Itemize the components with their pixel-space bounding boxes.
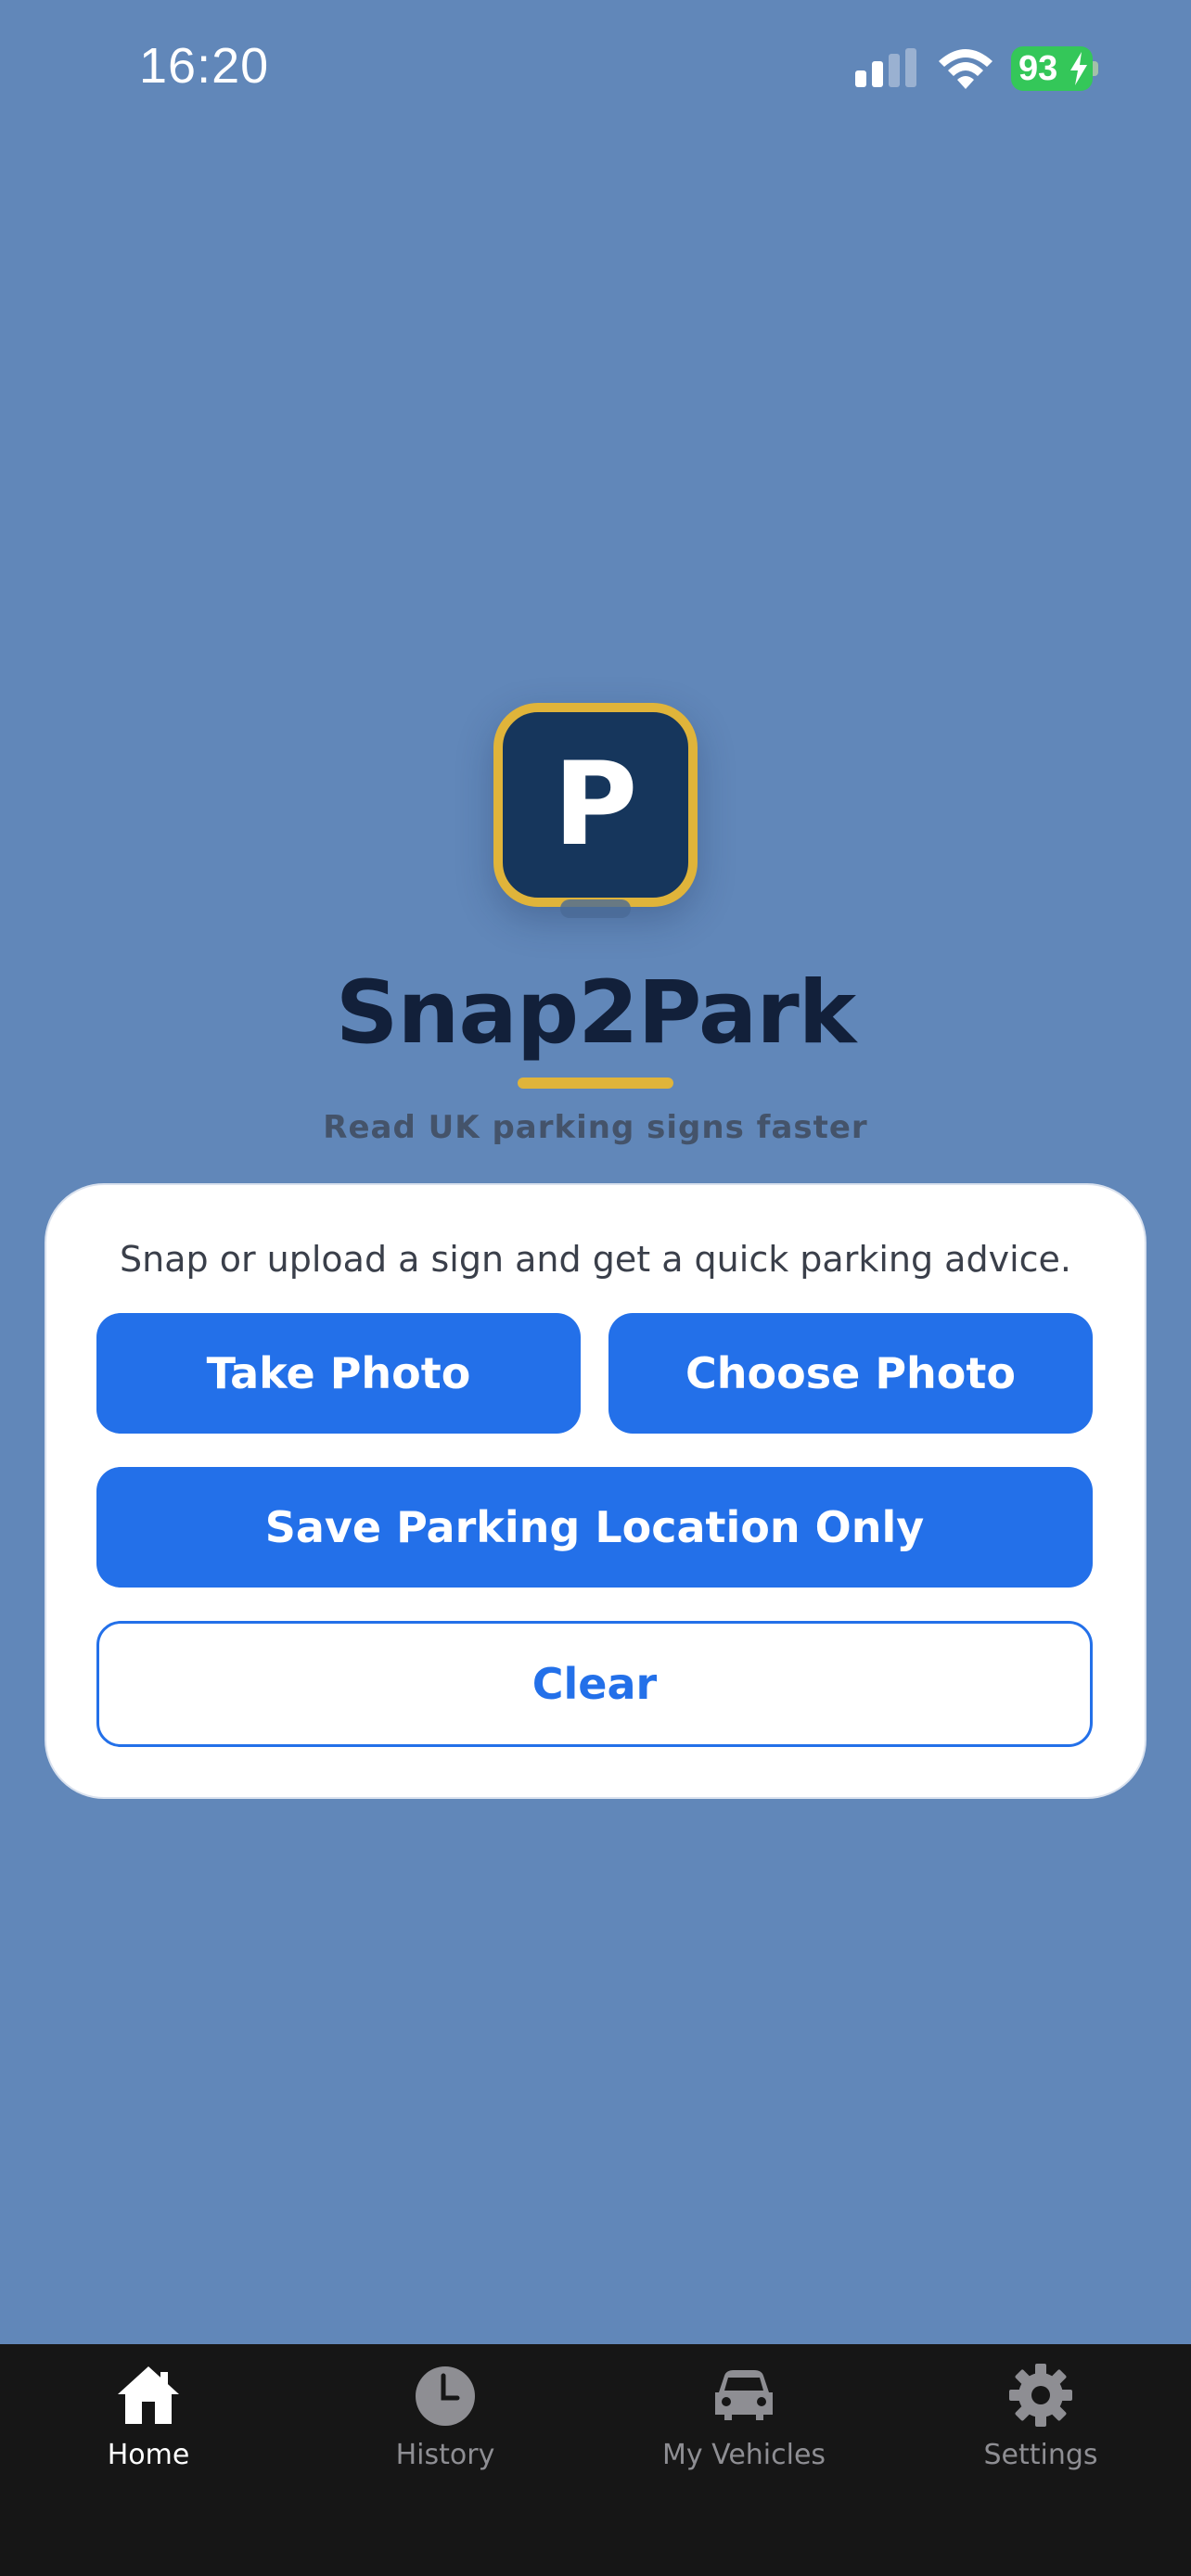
tab-my-vehicles-label: My Vehicles <box>661 2439 826 2471</box>
status-bar: 16:20 93 <box>0 0 1191 139</box>
home-icon <box>118 2366 179 2424</box>
title-underline <box>518 1078 673 1089</box>
app-logo-letter: P <box>553 738 638 872</box>
tab-my-vehicles[interactable]: My Vehicles <box>642 2363 846 2483</box>
wifi-icon <box>939 49 992 89</box>
save-parking-location-button[interactable]: Save Parking Location Only <box>96 1467 1093 1588</box>
battery-charging-icon: 93 <box>1011 46 1100 91</box>
status-time: 16:20 <box>139 38 270 94</box>
tab-home-label: Home <box>107 2439 190 2471</box>
battery-percent: 93 <box>1018 49 1058 88</box>
card-description: Snap or upload a sign and get a quick pa… <box>120 1239 1071 1280</box>
clock-icon <box>416 2366 475 2426</box>
signal-icon <box>855 48 916 87</box>
tab-settings-label: Settings <box>983 2439 1098 2471</box>
car-icon <box>715 2370 773 2420</box>
logo-shadow <box>560 899 631 918</box>
tab-history[interactable]: History <box>343 2363 547 2483</box>
app-subtitle: Read UK parking signs faster <box>323 1109 868 1146</box>
app-title: Snap2Park <box>335 963 856 1064</box>
clear-button[interactable]: Clear <box>96 1621 1093 1747</box>
choose-photo-button[interactable]: Choose Photo <box>608 1313 1093 1434</box>
bolt-icon <box>1070 52 1087 85</box>
battery-tip <box>1093 61 1098 76</box>
app-logo-icon: P <box>493 703 698 907</box>
tab-history-label: History <box>395 2439 495 2471</box>
tab-home[interactable]: Home <box>46 2363 250 2483</box>
take-photo-button[interactable]: Take Photo <box>96 1313 581 1434</box>
tab-settings[interactable]: Settings <box>939 2363 1143 2483</box>
gear-icon <box>1009 2364 1072 2427</box>
